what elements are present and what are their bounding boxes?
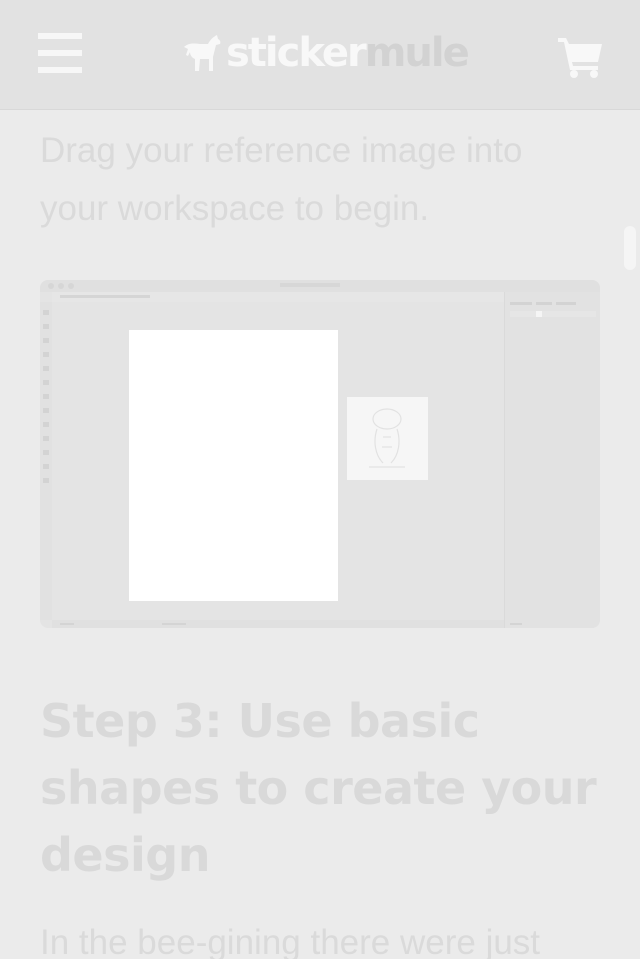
status-item xyxy=(162,623,186,625)
tool-icon xyxy=(43,436,49,441)
tool-icon xyxy=(43,352,49,357)
status-item xyxy=(510,623,522,625)
site-logo[interactable]: sticker mule xyxy=(180,28,470,78)
tool-icon xyxy=(43,324,49,329)
intro-text: Drag your reference image into your work… xyxy=(40,131,523,228)
logo-text-sticker: sticker xyxy=(226,30,367,76)
tool-icon xyxy=(43,408,49,413)
screenshot-properties-panel xyxy=(504,292,600,628)
menu-bar-bottom xyxy=(38,67,82,73)
tool-icon xyxy=(43,310,49,315)
menu-bar-middle xyxy=(38,50,82,56)
tool-icon xyxy=(43,464,49,469)
hamburger-menu-icon[interactable] xyxy=(38,33,82,73)
tool-icon xyxy=(43,450,49,455)
window-dot xyxy=(58,283,64,289)
status-item xyxy=(60,623,74,625)
step-heading: Step 3: Use basic shapes to create your … xyxy=(40,694,597,882)
tool-icon xyxy=(43,394,49,399)
tool-icon xyxy=(43,338,49,343)
body-paragraph: In the bee-gining there were just xyxy=(40,923,541,959)
site-header: sticker mule xyxy=(0,0,640,110)
page: sticker mule Drag your reference image in… xyxy=(0,0,640,959)
mule-logo-icon xyxy=(184,35,221,71)
shopping-cart-icon[interactable] xyxy=(558,36,604,78)
panel-tab xyxy=(556,302,576,305)
screenshot-window-title xyxy=(280,283,340,287)
tool-icon xyxy=(43,366,49,371)
menu-bar-top xyxy=(38,33,82,39)
layer-row xyxy=(510,311,596,317)
scrollbar-thumb[interactable] xyxy=(624,226,636,270)
window-dot xyxy=(68,283,74,289)
screenshot-status-bar xyxy=(52,620,504,628)
screenshot-artboard xyxy=(129,330,338,601)
screenshot-tab-label xyxy=(60,295,150,298)
screenshot-tool-panel xyxy=(40,302,52,620)
window-dot xyxy=(48,283,54,289)
tool-icon xyxy=(43,478,49,483)
logo-text-mule: mule xyxy=(364,30,470,76)
layer-swatch xyxy=(536,311,542,317)
illustrator-workspace-screenshot xyxy=(40,280,600,628)
tool-icon xyxy=(43,422,49,427)
reference-sketch-icon xyxy=(369,408,405,468)
panel-tab xyxy=(510,302,532,305)
screenshot-reference-image xyxy=(347,397,428,480)
tool-icon xyxy=(43,380,49,385)
panel-tab xyxy=(536,302,552,305)
